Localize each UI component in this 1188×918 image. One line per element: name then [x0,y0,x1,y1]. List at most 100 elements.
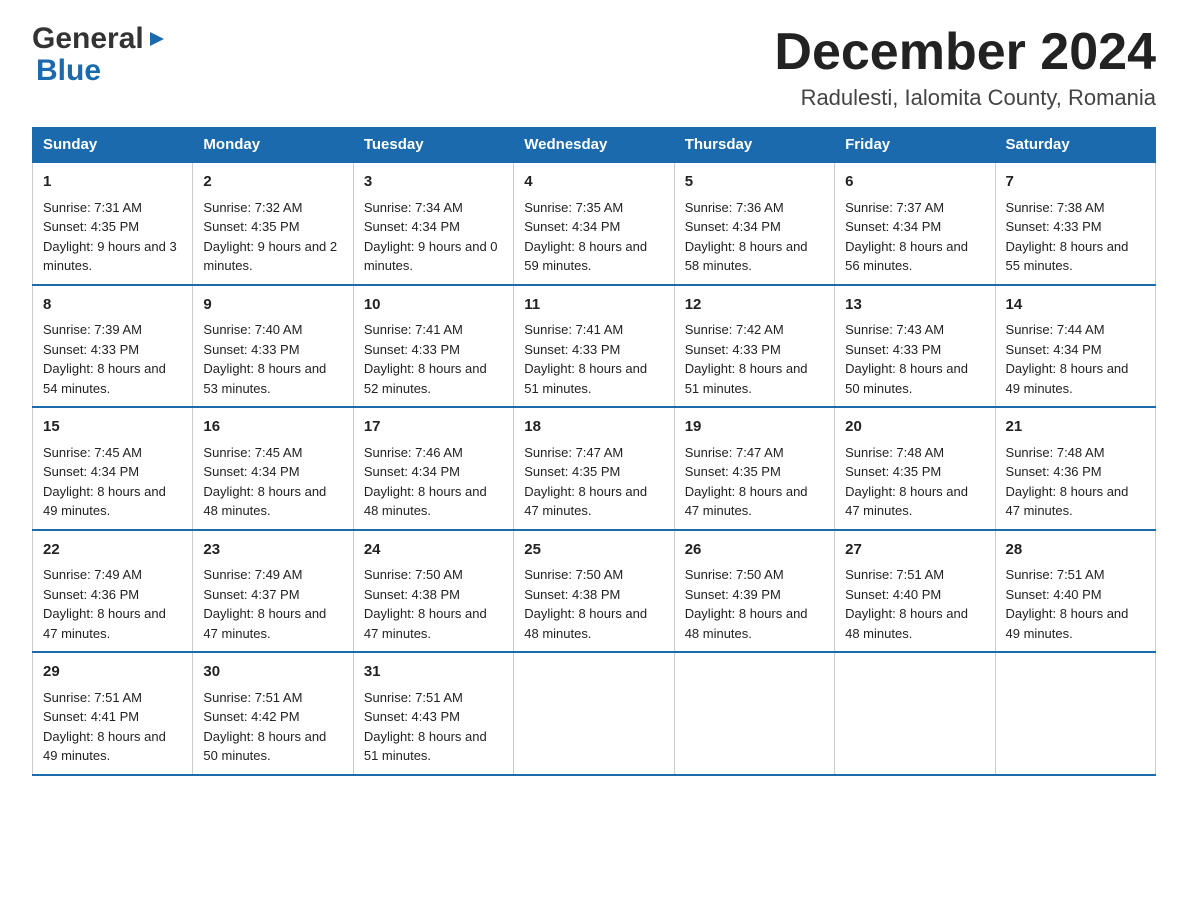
weekday-header-friday: Friday [835,128,995,163]
day-number: 9 [203,294,342,317]
day-number: 7 [1006,171,1145,194]
day-daylight: Daylight: 8 hours and 47 minutes. [524,484,647,519]
calendar-day-16: 16 Sunrise: 7:45 AM Sunset: 4:34 PM Dayl… [193,407,353,530]
calendar-day-12: 12 Sunrise: 7:42 AM Sunset: 4:33 PM Dayl… [674,285,834,408]
calendar-day-27: 27 Sunrise: 7:51 AM Sunset: 4:40 PM Dayl… [835,530,995,653]
calendar-day-10: 10 Sunrise: 7:41 AM Sunset: 4:33 PM Dayl… [353,285,513,408]
day-sunset: Sunset: 4:33 PM [845,342,941,357]
title-section: December 2024 Radulesti, Ialomita County… [774,24,1156,111]
day-sunset: Sunset: 4:35 PM [524,464,620,479]
weekday-header-tuesday: Tuesday [353,128,513,163]
day-sunrise: Sunrise: 7:48 AM [845,445,944,460]
day-number: 4 [524,171,663,194]
day-sunset: Sunset: 4:40 PM [1006,587,1102,602]
day-sunrise: Sunrise: 7:31 AM [43,200,142,215]
day-sunset: Sunset: 4:34 PM [364,219,460,234]
calendar-day-15: 15 Sunrise: 7:45 AM Sunset: 4:34 PM Dayl… [33,407,193,530]
day-sunset: Sunset: 4:33 PM [364,342,460,357]
logo-general: General [32,24,144,54]
calendar-day-18: 18 Sunrise: 7:47 AM Sunset: 4:35 PM Dayl… [514,407,674,530]
day-sunset: Sunset: 4:37 PM [203,587,299,602]
calendar-week-4: 22 Sunrise: 7:49 AM Sunset: 4:36 PM Dayl… [33,530,1156,653]
day-number: 22 [43,539,182,562]
day-daylight: Daylight: 8 hours and 50 minutes. [203,729,326,764]
day-sunrise: Sunrise: 7:47 AM [685,445,784,460]
day-daylight: Daylight: 8 hours and 48 minutes. [524,606,647,641]
day-daylight: Daylight: 8 hours and 52 minutes. [364,361,487,396]
day-sunset: Sunset: 4:34 PM [685,219,781,234]
day-sunset: Sunset: 4:38 PM [524,587,620,602]
day-number: 5 [685,171,824,194]
day-daylight: Daylight: 8 hours and 59 minutes. [524,239,647,274]
day-sunrise: Sunrise: 7:41 AM [364,322,463,337]
day-number: 15 [43,416,182,439]
weekday-header-sunday: Sunday [33,128,193,163]
day-sunset: Sunset: 4:36 PM [1006,464,1102,479]
day-daylight: Daylight: 8 hours and 53 minutes. [203,361,326,396]
day-sunset: Sunset: 4:34 PM [524,219,620,234]
day-sunrise: Sunrise: 7:32 AM [203,200,302,215]
day-number: 10 [364,294,503,317]
calendar-day-6: 6 Sunrise: 7:37 AM Sunset: 4:34 PM Dayli… [835,162,995,285]
day-daylight: Daylight: 9 hours and 2 minutes. [203,239,337,274]
day-sunrise: Sunrise: 7:46 AM [364,445,463,460]
calendar-day-28: 28 Sunrise: 7:51 AM Sunset: 4:40 PM Dayl… [995,530,1155,653]
weekday-header-monday: Monday [193,128,353,163]
calendar-table: SundayMondayTuesdayWednesdayThursdayFrid… [32,127,1156,776]
day-sunset: Sunset: 4:35 PM [203,219,299,234]
day-daylight: Daylight: 8 hours and 51 minutes. [685,361,808,396]
day-sunrise: Sunrise: 7:48 AM [1006,445,1105,460]
day-daylight: Daylight: 8 hours and 55 minutes. [1006,239,1129,274]
day-daylight: Daylight: 8 hours and 51 minutes. [364,729,487,764]
day-daylight: Daylight: 8 hours and 48 minutes. [203,484,326,519]
day-sunrise: Sunrise: 7:47 AM [524,445,623,460]
day-sunset: Sunset: 4:35 PM [685,464,781,479]
day-daylight: Daylight: 8 hours and 50 minutes. [845,361,968,396]
day-daylight: Daylight: 8 hours and 48 minutes. [845,606,968,641]
day-sunset: Sunset: 4:34 PM [1006,342,1102,357]
day-number: 6 [845,171,984,194]
day-sunrise: Sunrise: 7:50 AM [524,567,623,582]
day-sunrise: Sunrise: 7:44 AM [1006,322,1105,337]
day-number: 30 [203,661,342,684]
day-sunset: Sunset: 4:33 PM [203,342,299,357]
calendar-day-1: 1 Sunrise: 7:31 AM Sunset: 4:35 PM Dayli… [33,162,193,285]
calendar-day-17: 17 Sunrise: 7:46 AM Sunset: 4:34 PM Dayl… [353,407,513,530]
day-number: 3 [364,171,503,194]
weekday-header-wednesday: Wednesday [514,128,674,163]
day-sunset: Sunset: 4:34 PM [203,464,299,479]
day-daylight: Daylight: 8 hours and 47 minutes. [845,484,968,519]
calendar-day-23: 23 Sunrise: 7:49 AM Sunset: 4:37 PM Dayl… [193,530,353,653]
day-sunset: Sunset: 4:36 PM [43,587,139,602]
weekday-header-saturday: Saturday [995,128,1155,163]
day-sunset: Sunset: 4:40 PM [845,587,941,602]
day-daylight: Daylight: 8 hours and 56 minutes. [845,239,968,274]
logo-blue: Blue [36,54,101,88]
day-number: 2 [203,171,342,194]
day-sunset: Sunset: 4:33 PM [524,342,620,357]
day-daylight: Daylight: 8 hours and 47 minutes. [203,606,326,641]
day-daylight: Daylight: 8 hours and 47 minutes. [1006,484,1129,519]
calendar-day-3: 3 Sunrise: 7:34 AM Sunset: 4:34 PM Dayli… [353,162,513,285]
calendar-day-2: 2 Sunrise: 7:32 AM Sunset: 4:35 PM Dayli… [193,162,353,285]
calendar-day-30: 30 Sunrise: 7:51 AM Sunset: 4:42 PM Dayl… [193,652,353,775]
day-sunrise: Sunrise: 7:42 AM [685,322,784,337]
calendar-day-25: 25 Sunrise: 7:50 AM Sunset: 4:38 PM Dayl… [514,530,674,653]
day-sunset: Sunset: 4:38 PM [364,587,460,602]
day-number: 29 [43,661,182,684]
day-daylight: Daylight: 8 hours and 49 minutes. [43,484,166,519]
day-sunrise: Sunrise: 7:40 AM [203,322,302,337]
day-daylight: Daylight: 8 hours and 49 minutes. [43,729,166,764]
empty-cell [995,652,1155,775]
day-number: 28 [1006,539,1145,562]
day-sunset: Sunset: 4:34 PM [845,219,941,234]
day-sunset: Sunset: 4:35 PM [43,219,139,234]
day-sunrise: Sunrise: 7:43 AM [845,322,944,337]
calendar-week-1: 1 Sunrise: 7:31 AM Sunset: 4:35 PM Dayli… [33,162,1156,285]
day-sunrise: Sunrise: 7:38 AM [1006,200,1105,215]
day-sunrise: Sunrise: 7:50 AM [364,567,463,582]
calendar-day-14: 14 Sunrise: 7:44 AM Sunset: 4:34 PM Dayl… [995,285,1155,408]
day-daylight: Daylight: 8 hours and 58 minutes. [685,239,808,274]
calendar-day-4: 4 Sunrise: 7:35 AM Sunset: 4:34 PM Dayli… [514,162,674,285]
day-daylight: Daylight: 8 hours and 48 minutes. [685,606,808,641]
